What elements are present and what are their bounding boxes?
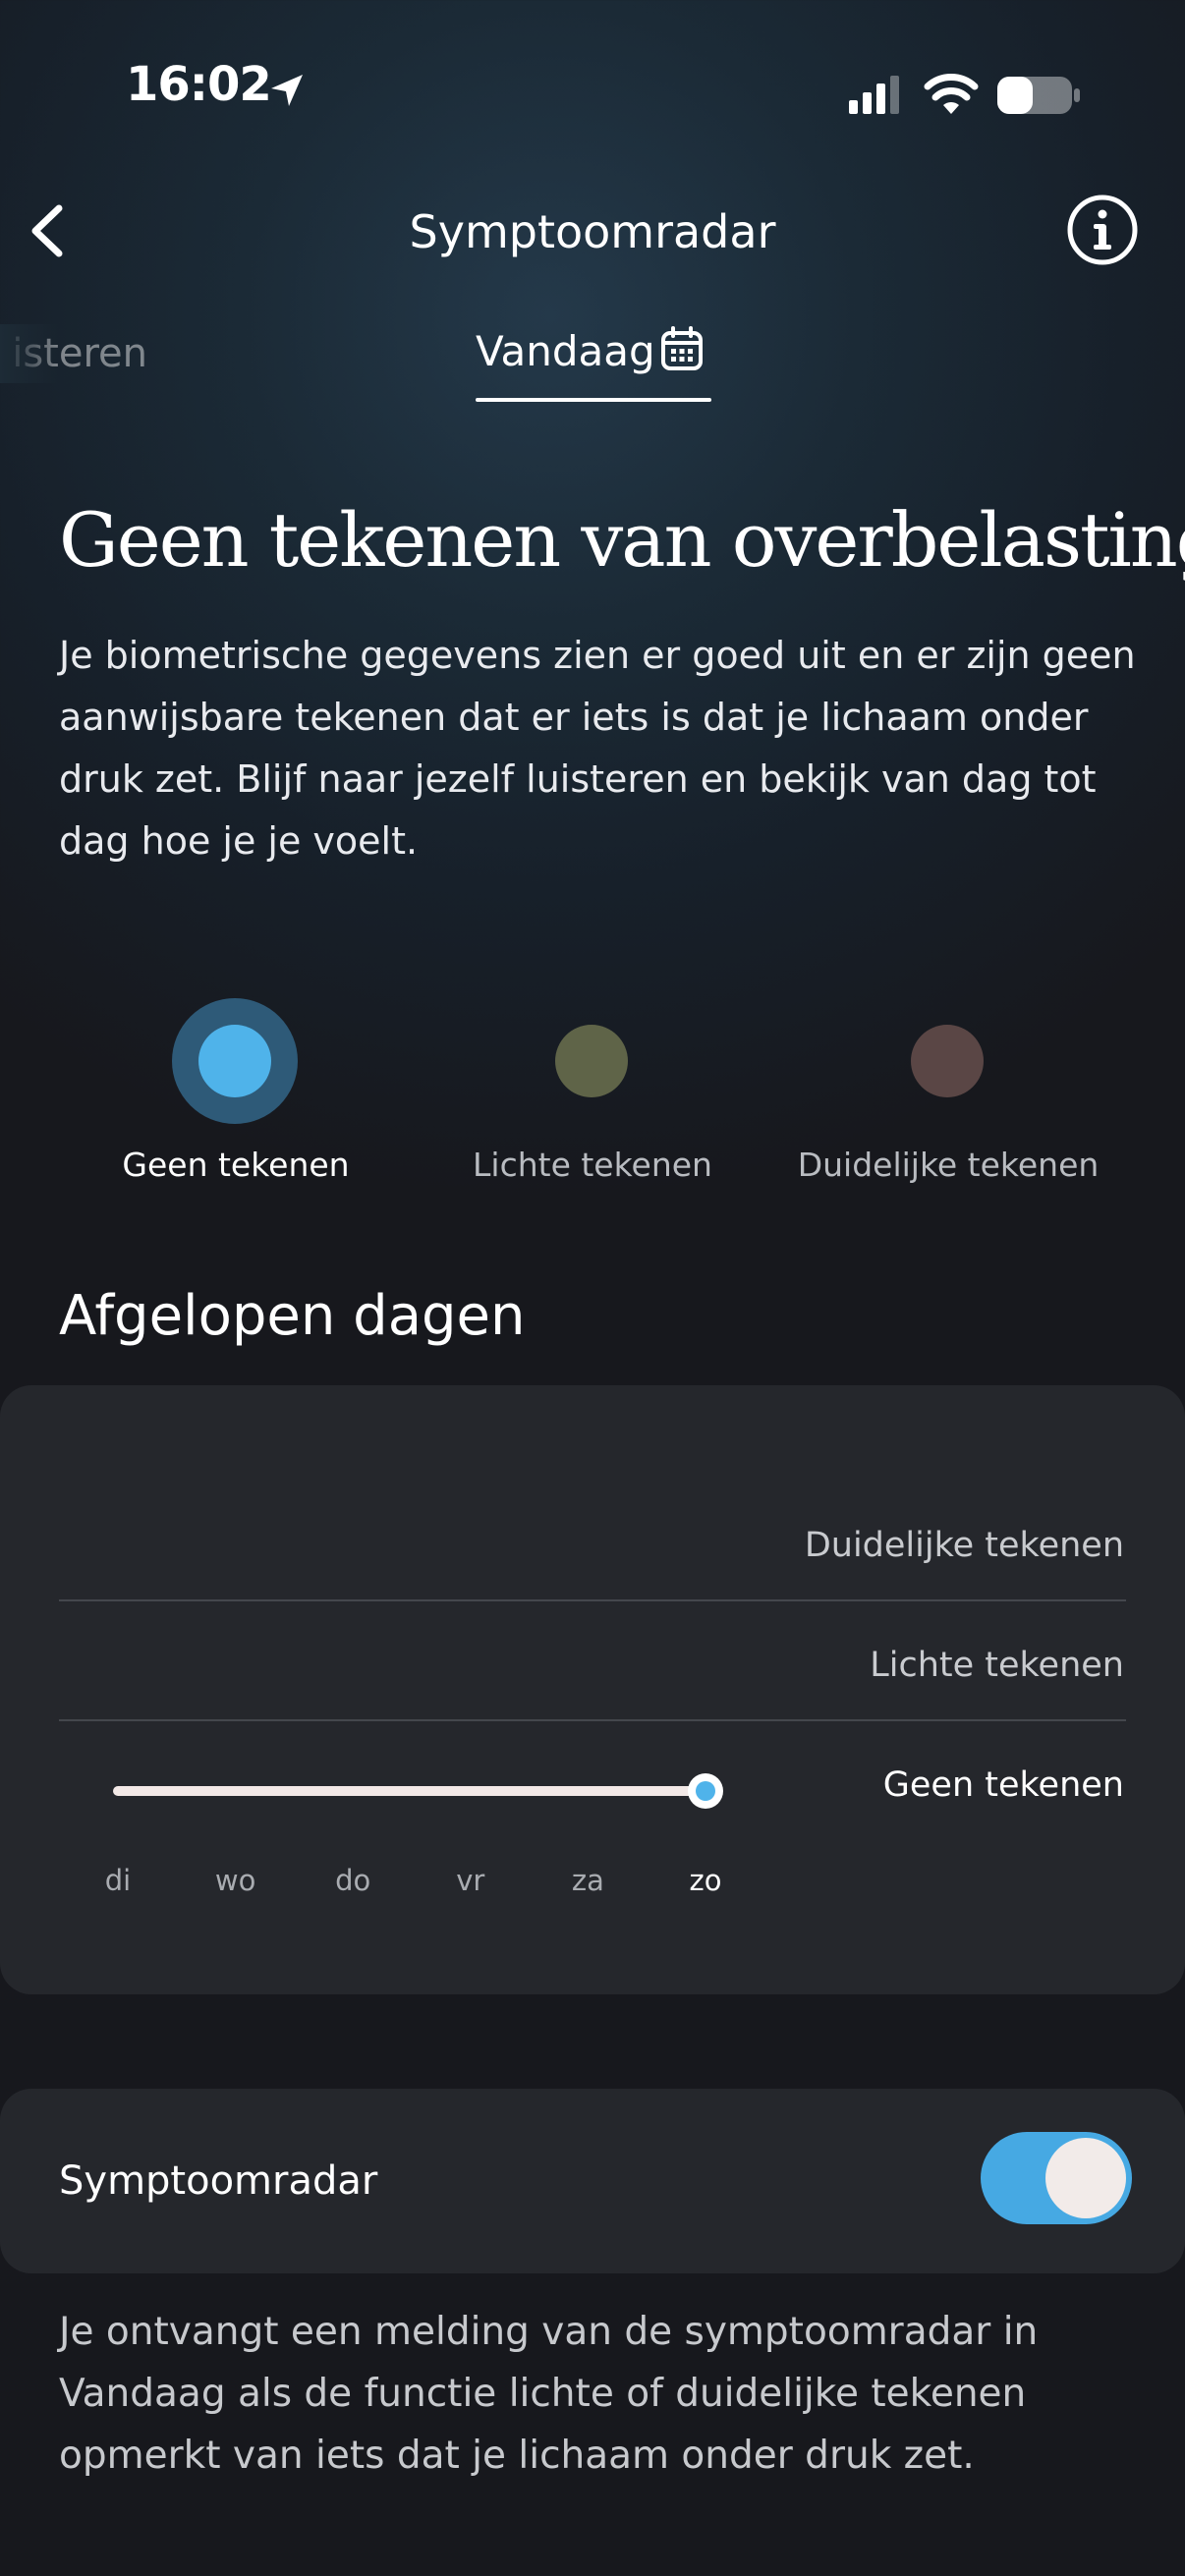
toggle-knob [1045, 2138, 1126, 2218]
x-tick-label: wo [215, 1864, 255, 1897]
info-button[interactable] [1065, 193, 1140, 267]
x-tick-label: di [105, 1864, 131, 1897]
status-headline: Geen tekenen van overbelasting [59, 496, 1185, 584]
x-tick-label: zo [690, 1864, 722, 1897]
legend-lichte-tekenen: Lichte tekenen [416, 998, 769, 1184]
symptom-radar-toggle[interactable] [981, 2132, 1132, 2224]
legend-geen-tekenen: Geen tekenen [59, 998, 413, 1184]
tab-previous-label: isteren [12, 331, 147, 376]
calendar-icon [661, 326, 703, 370]
page-title: Symptoomradar [409, 205, 776, 258]
legend-label: Lichte tekenen [473, 1146, 712, 1184]
x-tick-label: za [572, 1864, 604, 1897]
cellular-signal-icon [849, 76, 899, 114]
history-chart-card: Duidelijke tekenen Lichte tekenen Geen t… [0, 1385, 1185, 1994]
battery-icon [997, 77, 1080, 114]
status-time: 16:02 [126, 57, 272, 112]
legend-label: Duidelijke tekenen [797, 1146, 1100, 1184]
legend-dot [911, 1025, 984, 1097]
symptom-radar-setting: Symptoomradar [0, 2089, 1185, 2273]
tab-today-label: Vandaag [476, 327, 655, 375]
status-description: Je biometrische gegevens zien er goed ui… [59, 634, 1136, 863]
data-point-marker [696, 1781, 715, 1801]
tab-previous-day[interactable]: isteren [0, 324, 167, 383]
history-chart: di wo do vr za zo [105, 1773, 723, 1897]
toggle-label: Symptoomradar [59, 2158, 378, 2204]
legend-duidelijke-tekenen: Duidelijke tekenen [771, 998, 1125, 1184]
wifi-icon [924, 74, 979, 114]
x-tick-label: vr [456, 1864, 484, 1897]
x-tick-label: do [335, 1864, 370, 1897]
location-arrow-icon [271, 75, 303, 106]
tab-active-indicator [476, 398, 711, 402]
section-title: Afgelopen dagen [59, 1284, 526, 1348]
legend-dot [198, 1025, 271, 1097]
info-icon [1067, 195, 1138, 265]
legend-dot [555, 1025, 628, 1097]
tab-today[interactable]: Vandaag [476, 322, 711, 401]
legend-label: Geen tekenen [122, 1146, 350, 1184]
settings-note: Je ontvangt een melding van de symptoomr… [59, 2310, 1039, 2478]
